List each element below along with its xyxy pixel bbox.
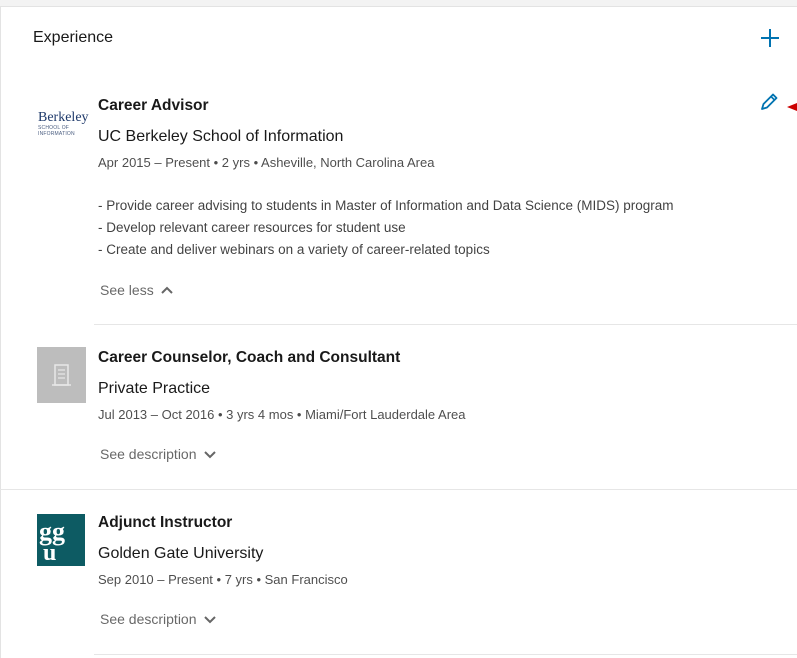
toggle-label: See description (100, 611, 197, 627)
toggle-label: See less (100, 282, 154, 298)
plus-icon (761, 29, 779, 47)
job-description: - Provide career advising to students in… (98, 195, 674, 261)
edit-experience-button[interactable] (757, 90, 781, 114)
description-line: - Develop relevant career resources for … (98, 220, 406, 235)
ggu-logo: gg u (37, 514, 85, 566)
description-line: - Create and deliver webinars on a varie… (98, 242, 490, 257)
red-arrow-icon (787, 98, 797, 111)
job-meta: Jul 2013 – Oct 2016 • 3 yrs 4 mos • Miam… (98, 407, 466, 422)
section-title: Experience (33, 29, 114, 46)
logo-wordmark: Berkeley (38, 110, 89, 125)
company-name[interactable]: Private Practice (98, 380, 210, 398)
svg-text:u: u (43, 540, 56, 566)
job-title[interactable]: Career Counselor, Coach and Consultant (98, 349, 400, 367)
job-meta: Apr 2015 – Present • 2 yrs • Asheville, … (98, 155, 435, 170)
description-line: - Provide career advising to students in… (98, 198, 674, 213)
job-title[interactable]: Career Advisor (98, 97, 209, 115)
logo-subtext: SCHOOL OF INFORMATION (38, 125, 75, 137)
chevron-down-icon (203, 451, 216, 459)
add-experience-button[interactable] (758, 26, 782, 50)
see-less-toggle[interactable]: See less (100, 282, 174, 298)
divider (94, 654, 797, 655)
company-name[interactable]: Golden Gate University (98, 545, 263, 563)
chevron-up-icon (160, 286, 173, 294)
job-title[interactable]: Adjunct Instructor (98, 514, 232, 532)
divider (0, 489, 797, 490)
company-name[interactable]: UC Berkeley School of Information (98, 128, 343, 146)
pencil-icon (761, 93, 778, 110)
job-meta: Sep 2010 – Present • 7 yrs • San Francis… (98, 572, 348, 587)
ggu-logo-icon: gg u (39, 517, 65, 566)
chevron-down-icon (203, 616, 216, 624)
divider (94, 324, 797, 325)
see-description-toggle[interactable]: See description (100, 611, 217, 627)
see-description-toggle[interactable]: See description (100, 446, 217, 462)
toggle-label: See description (100, 446, 197, 462)
company-logo-placeholder (37, 347, 86, 403)
building-icon (52, 364, 71, 386)
logo-subtext-line: INFORMATION (38, 130, 75, 137)
